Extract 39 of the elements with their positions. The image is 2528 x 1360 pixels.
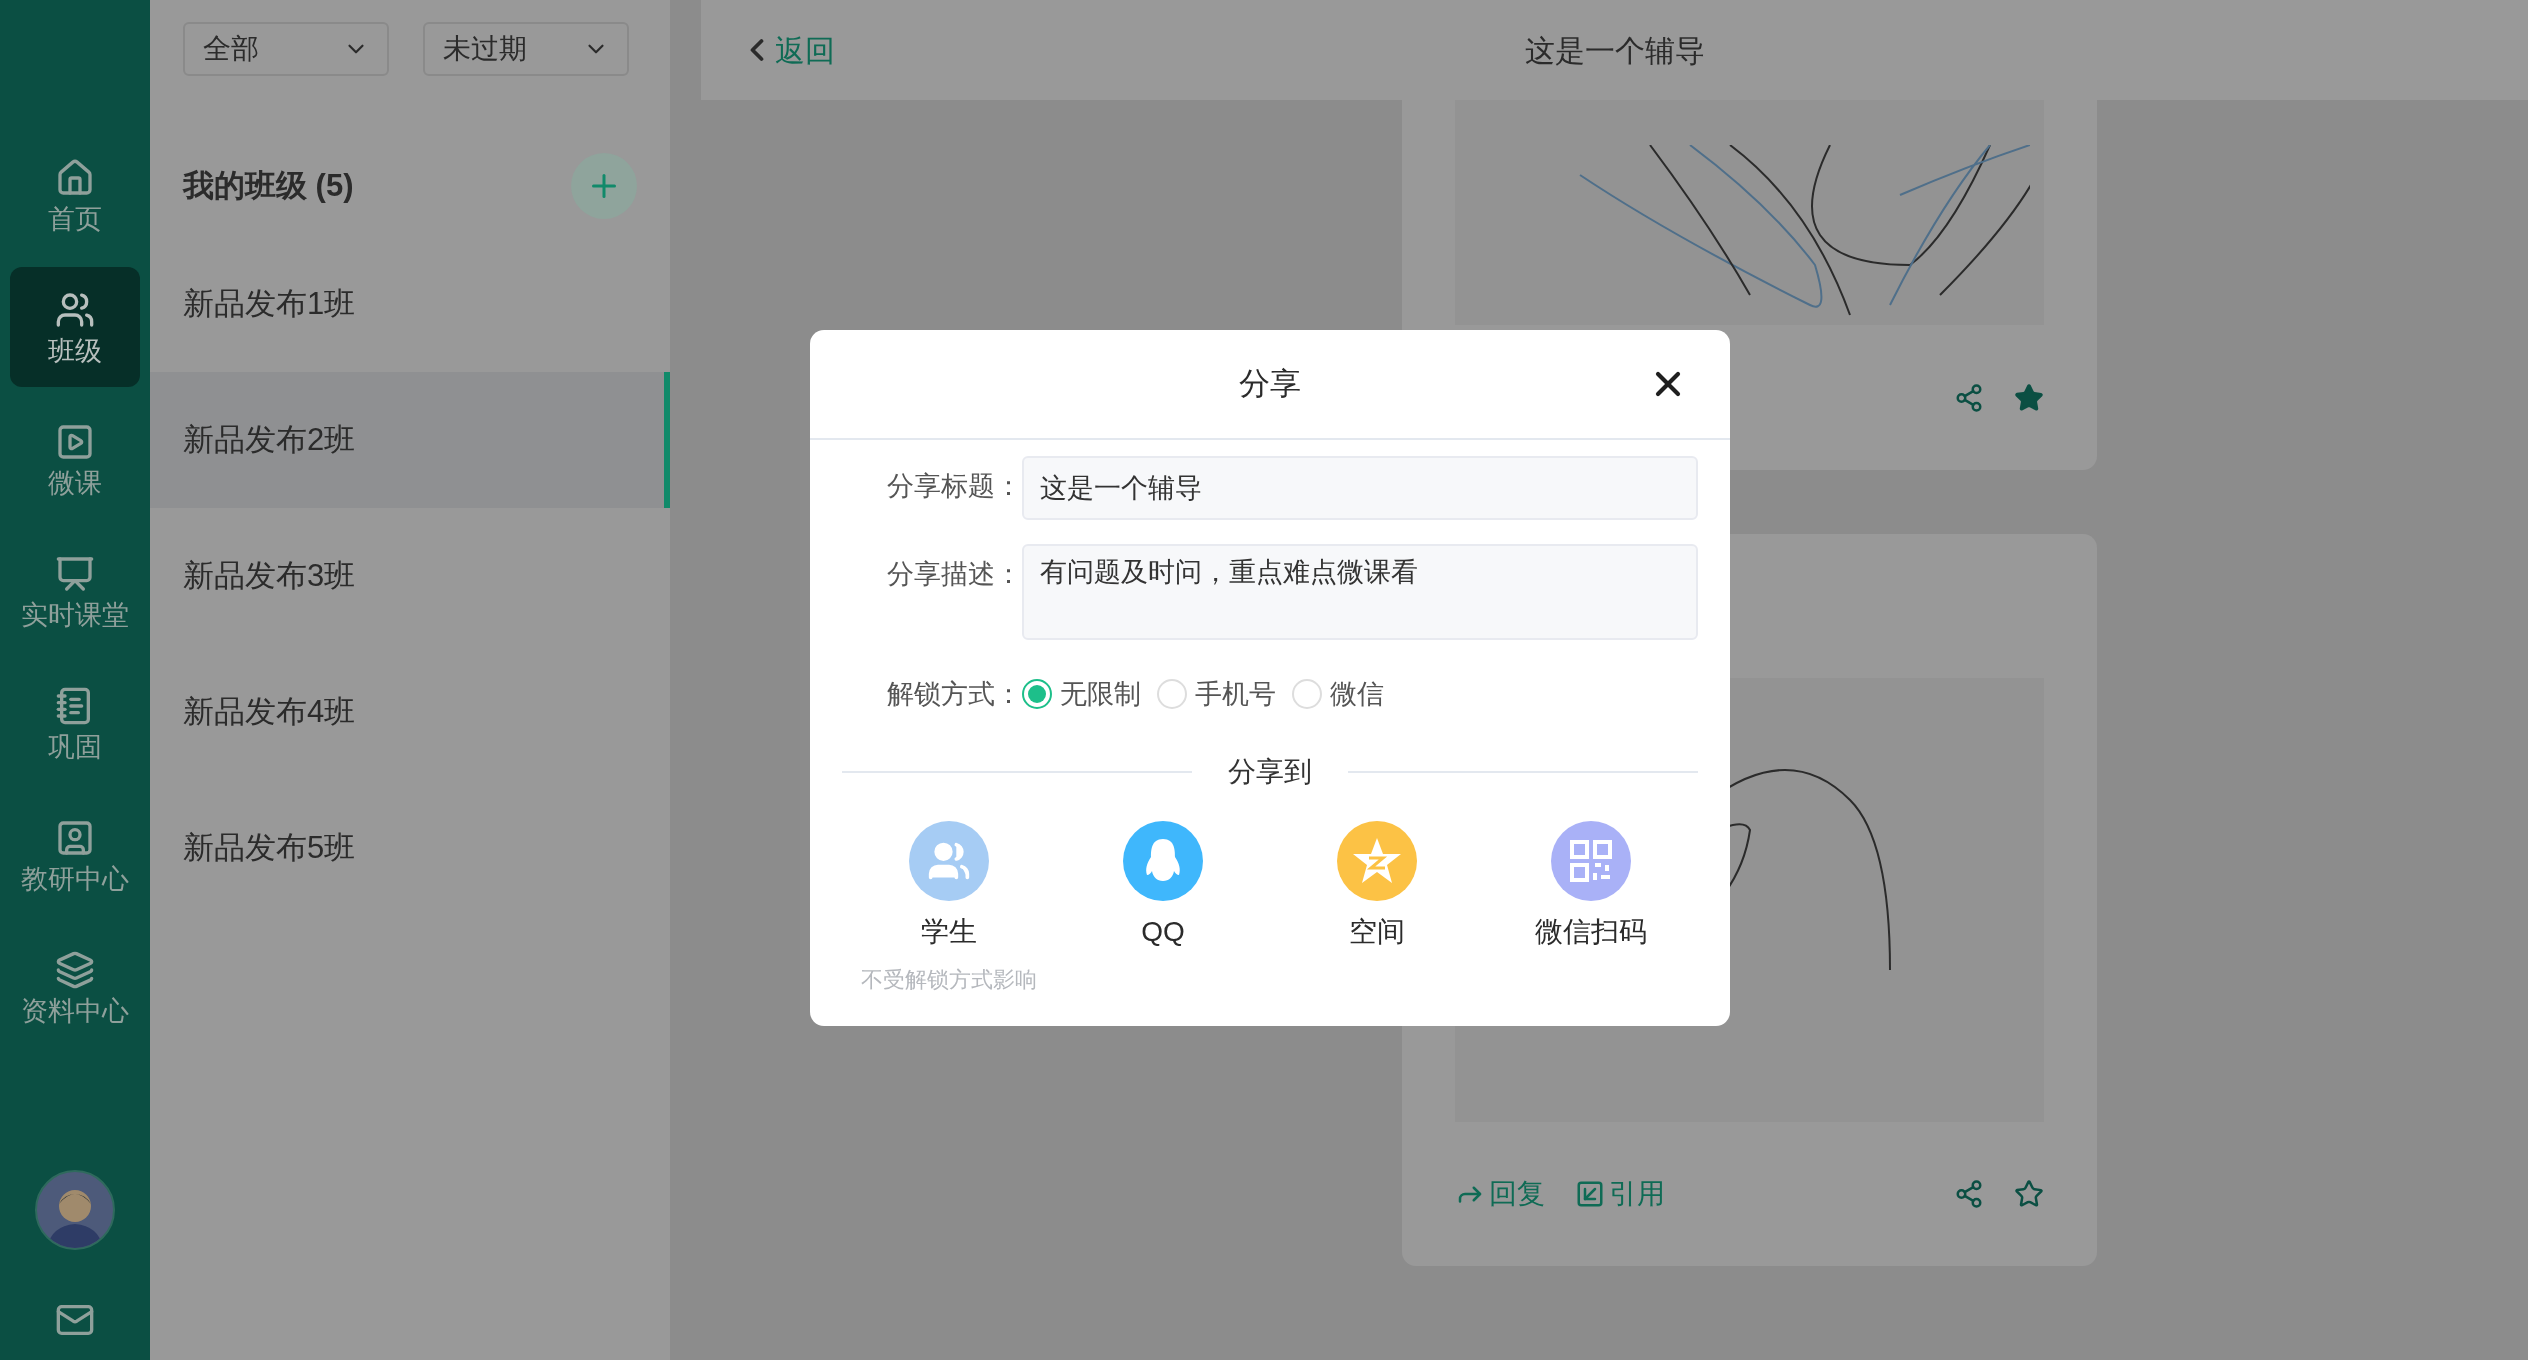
nav-item[interactable]: 资料中心 [10,927,140,1047]
radio-button[interactable] [1022,679,1052,710]
field-label: 分享描述： [886,558,1022,591]
nav-item[interactable]: 教研中心 [10,795,140,915]
page-title: 这是一个辅导 [1524,32,1705,69]
class-item[interactable]: 新品发布4班 [150,644,670,780]
share-target-button[interactable]: 空间 [1337,820,1417,953]
class-item[interactable]: 新品发布3班 [150,508,670,644]
section-title: 分享到 [1228,754,1312,789]
description-field[interactable]: 有问题及时问，重点难点微课看 [1022,544,1698,640]
radio-option[interactable]: 手机号 [1157,674,1276,715]
share-target-button[interactable]: QQ [1123,820,1203,953]
nav-item[interactable]: 班级 [10,267,140,387]
quote-icon [1575,1179,1605,1209]
nav-icon [55,949,95,990]
filter-dropdown[interactable]: 全部 [183,22,389,76]
nav-item[interactable]: 首页 [10,135,140,255]
star-icon[interactable] [2014,1179,2044,1209]
nav-icon [55,157,95,198]
title-field[interactable]: 这是一个辅导 [1022,456,1698,520]
share-icon[interactable] [1954,382,1984,413]
class-item[interactable]: 新品发布1班 [150,236,670,372]
radio-option[interactable]: 无限制 [1022,674,1141,715]
radio-option[interactable]: 微信 [1292,674,1384,715]
nav-item[interactable]: 巩固 [10,663,140,783]
class-item[interactable]: 新品发布2班 [150,372,670,508]
share-target-button[interactable]: 学生 [909,820,989,953]
star-icon[interactable] [2014,382,2044,413]
section-heading: 我的班级 (5) [183,166,354,205]
nav-item[interactable]: 实时课堂 [10,531,140,651]
dialog-title: 分享 [1239,364,1301,403]
field-label: 分享标题： [886,470,1022,503]
field-label: 解锁方式： [886,678,1022,711]
note-text: 不受解锁方式影响 [861,965,1037,994]
share-icon[interactable] [1954,1179,1984,1209]
share-target-button[interactable]: 微信扫码 [1535,820,1647,953]
class-item[interactable]: 新品发布5班 [150,780,670,916]
filter-dropdown[interactable]: 未过期 [423,22,629,76]
nav-item[interactable]: 微课 [10,399,140,519]
